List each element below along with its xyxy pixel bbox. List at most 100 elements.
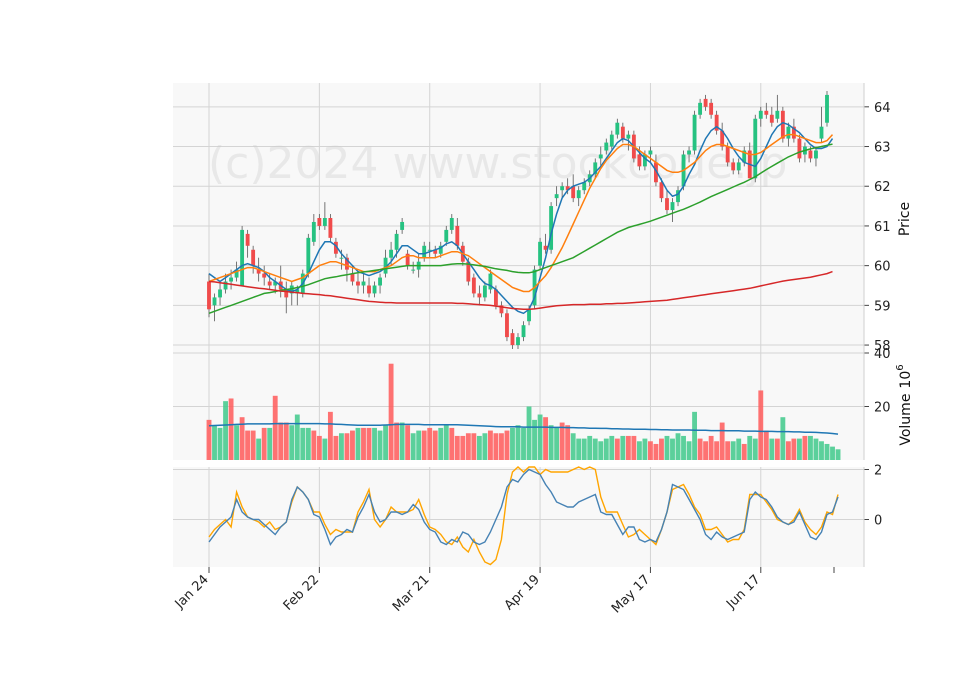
volume-bar (261, 427, 267, 460)
candle-body (560, 186, 565, 191)
candle-body (736, 162, 741, 171)
volume-bar (708, 435, 714, 460)
candle-body (444, 229, 449, 242)
volume-bar (625, 435, 631, 460)
candle-body (251, 249, 256, 266)
candle-body (505, 313, 509, 338)
candle-body (245, 233, 250, 246)
candle-body (780, 110, 785, 139)
volume-bar (399, 422, 405, 460)
volume-bar (824, 443, 830, 460)
candle-body (378, 277, 382, 286)
volume-bar (300, 427, 306, 460)
price-tick-label: 60 (874, 260, 891, 275)
volume-bar (465, 433, 471, 460)
volume-bar (267, 427, 273, 460)
volume-bar (620, 435, 626, 460)
candle-body (665, 198, 669, 211)
candle-body (758, 110, 763, 119)
volume-bar (294, 414, 300, 460)
candle-body (482, 285, 487, 298)
candle-body (659, 182, 664, 199)
oscillator-tick-label: 2 (874, 464, 882, 479)
candle-body (212, 297, 217, 306)
candle-body (626, 134, 631, 139)
candle-body (615, 122, 620, 135)
volume-bar (394, 422, 400, 460)
volume-bar (416, 430, 422, 460)
volume-bar (383, 425, 389, 460)
volume-bar (515, 425, 521, 460)
candle-body (538, 241, 543, 266)
volume-bar (305, 427, 311, 460)
volume-bar (736, 438, 742, 460)
volume-bar (438, 427, 444, 460)
volume-bar (338, 433, 344, 460)
volume-bar (808, 435, 813, 460)
volume-bar (703, 441, 709, 460)
volume-bar (791, 438, 797, 460)
volume-bar (603, 438, 609, 460)
candle-body (267, 281, 272, 286)
volume-bar (647, 441, 653, 460)
volume-bar (769, 438, 775, 460)
volume-bar (377, 430, 383, 460)
volume-bar (421, 430, 427, 460)
price-tick-label: 64 (874, 101, 891, 116)
volume-bar (487, 430, 493, 460)
candle-body (814, 150, 818, 159)
stock-chart: (c)2024 www.stockcode.jp Jan 24 Feb 22 Mar… (0, 0, 960, 690)
volume-bar (327, 411, 333, 460)
candle-body (698, 102, 703, 115)
volume-bar (697, 438, 703, 460)
volume-bar (802, 435, 808, 460)
candle-body (576, 190, 581, 199)
candle-body (455, 225, 460, 246)
candle-body (731, 162, 736, 171)
volume-bar (532, 419, 537, 460)
volume-bar (554, 427, 560, 460)
volume-bar (570, 433, 576, 460)
volume-bar (476, 435, 482, 460)
volume-bar (725, 441, 731, 460)
price-axis-label: Price (897, 202, 913, 236)
volume-axis-label-base: 10 (898, 371, 914, 389)
volume-bar (405, 425, 411, 460)
candle-body (769, 114, 774, 123)
candle-body (207, 281, 211, 310)
volume-bar (642, 438, 648, 460)
candle-body (648, 150, 653, 155)
candle-body (229, 277, 234, 282)
volume-bar (460, 435, 466, 460)
candle-body (609, 134, 614, 147)
volume-bar (631, 435, 637, 460)
candle-body (709, 102, 714, 115)
volume-bar (785, 441, 791, 460)
volume-bar (454, 435, 460, 460)
candle-body (400, 221, 405, 230)
volume-bar (223, 401, 228, 460)
candle-body (637, 154, 642, 167)
candle-body (516, 337, 520, 346)
volume-bar (283, 422, 289, 460)
price-tick-label: 59 (874, 299, 891, 314)
volume-bar (537, 414, 543, 460)
volume-bar (443, 425, 449, 460)
candle-body (598, 154, 603, 159)
volume-bar (796, 438, 802, 460)
volume-bar (609, 435, 615, 460)
volume-bar (521, 427, 526, 460)
volume-bar (830, 446, 835, 460)
volume-bar (780, 417, 786, 460)
volume-bar (212, 425, 217, 460)
volume-bar (714, 441, 720, 460)
candle (753, 114, 758, 183)
candle-body (725, 146, 730, 163)
candle-body (703, 98, 708, 107)
volume-bar (432, 430, 438, 460)
volume-bar (234, 425, 240, 460)
volume-bar (289, 425, 295, 460)
candle-body (240, 229, 245, 286)
volume-bar (774, 438, 780, 460)
volume-bar (741, 443, 747, 460)
